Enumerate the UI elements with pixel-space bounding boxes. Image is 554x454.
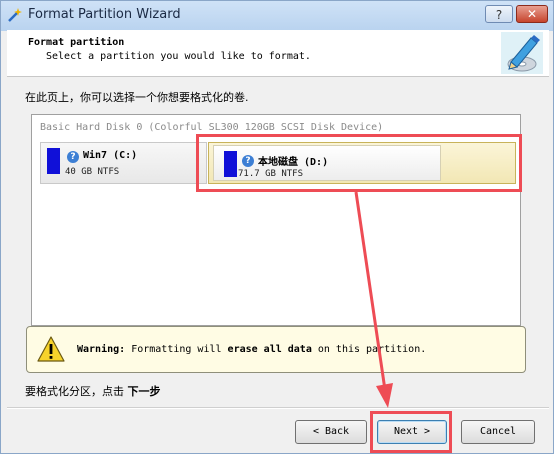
annotation-arrow-icon <box>354 191 393 408</box>
